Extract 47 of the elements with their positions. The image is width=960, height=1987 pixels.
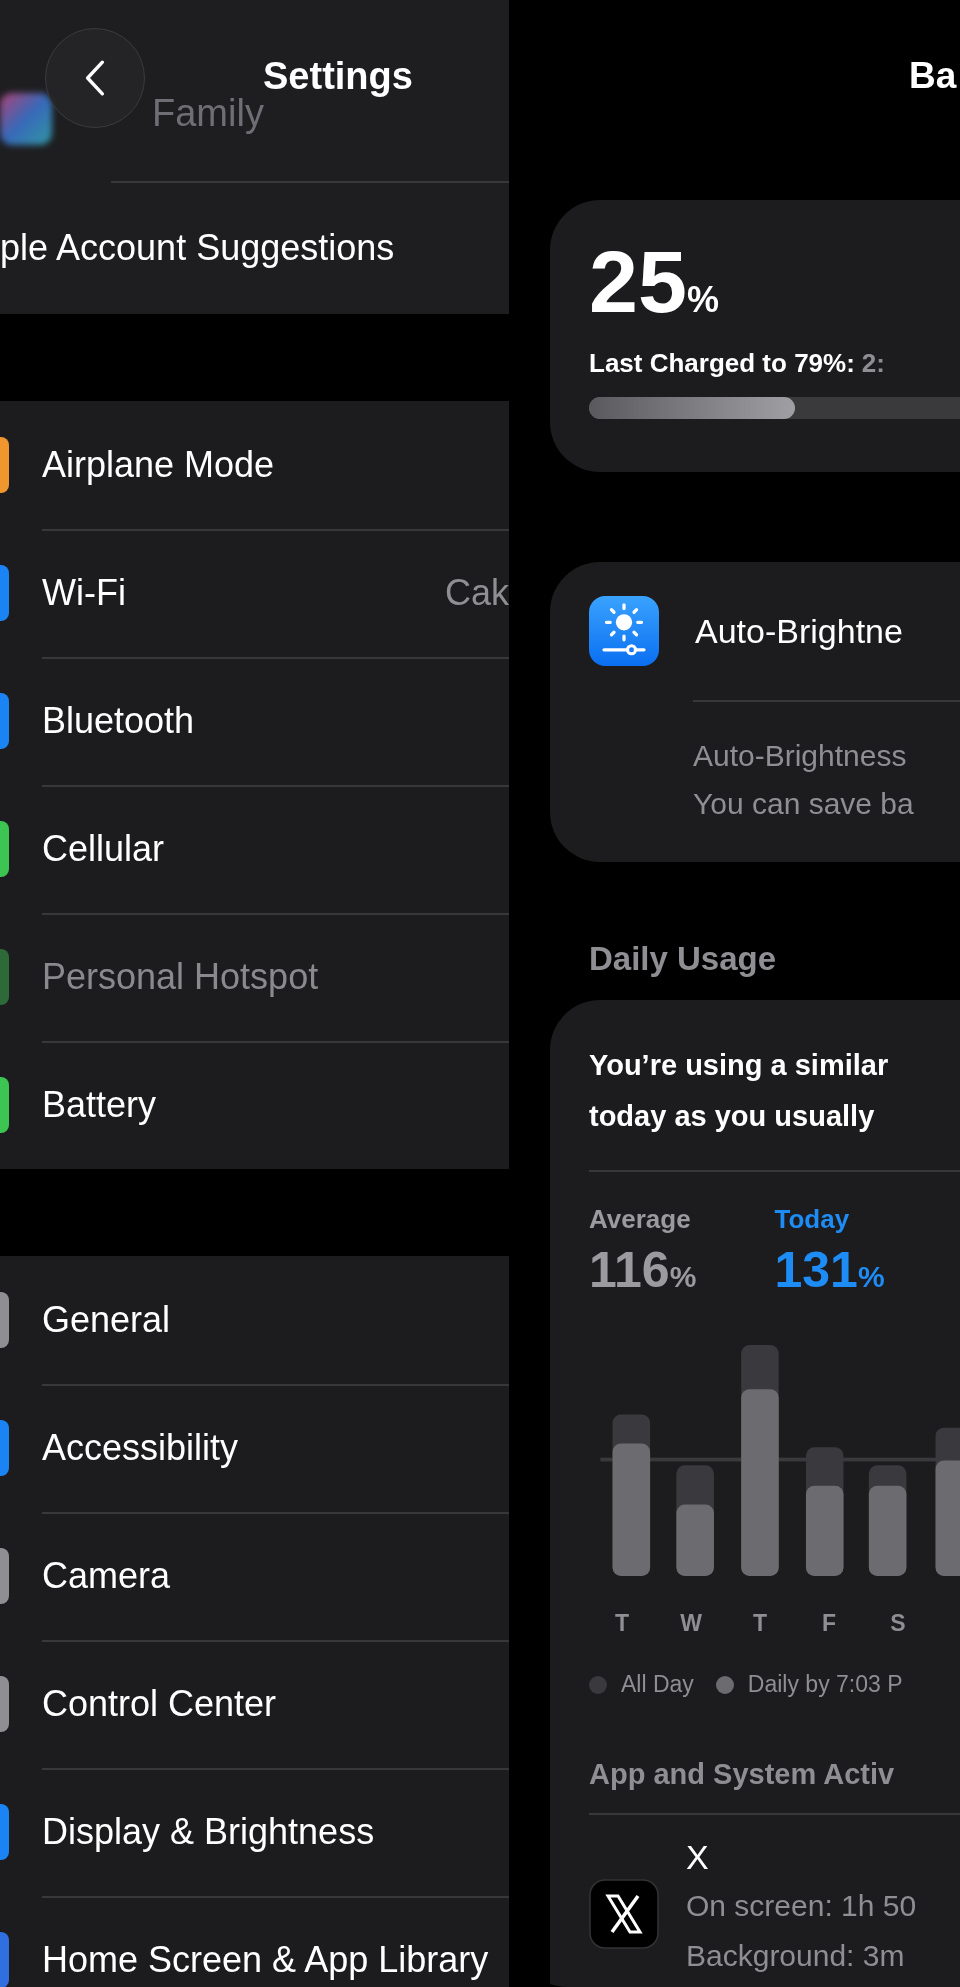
axis-label: W xyxy=(679,1609,703,1637)
legend-label: All Day xyxy=(621,1671,694,1698)
page-title: Ba xyxy=(909,55,957,97)
percent-sign: % xyxy=(857,1260,885,1293)
axis-label: F xyxy=(820,1609,838,1637)
settings-row[interactable]: Control Center xyxy=(0,1640,509,1768)
daily-bar xyxy=(676,1504,714,1576)
settings-row[interactable]: Accessibility xyxy=(0,1384,509,1512)
stat-label: Today xyxy=(774,1204,851,1235)
settings-row[interactable]: ple Account Suggestions xyxy=(0,181,509,314)
section-header: App and System Activ xyxy=(589,1758,960,1815)
percent-sign: % xyxy=(669,1260,697,1293)
stat-value: 131 xyxy=(774,1242,858,1298)
summary-text: today as you usually xyxy=(589,1099,876,1134)
battery-percent: 25 xyxy=(589,236,687,328)
settings-row[interactable]: Airplane Mode xyxy=(0,401,509,529)
legend-label: Daily by 7:03 P xyxy=(747,1671,903,1698)
summary-text: You’re using a similar xyxy=(589,1048,890,1083)
page-title: Settings xyxy=(263,55,413,98)
settings-row[interactable]: Display & Brightness xyxy=(0,1768,509,1896)
usage-text: Background: 3m xyxy=(686,1938,906,1974)
percent-sign: % xyxy=(686,279,719,321)
stat-label: Average xyxy=(589,1204,692,1235)
settings-row[interactable]: Wi-Fi Cak xyxy=(0,529,509,657)
app-icon xyxy=(0,93,52,145)
settings-row[interactable]: Camera xyxy=(0,1512,509,1640)
usage-text: On screen: 1h 50 xyxy=(686,1888,917,1924)
last-charged-label: Last Charged to 79%: xyxy=(589,348,855,378)
brightness-icon xyxy=(589,596,659,666)
last-charged-time: 2: xyxy=(861,348,885,378)
settings-row[interactable]: General xyxy=(0,1256,509,1384)
axis-label: S xyxy=(889,1609,907,1637)
chevron-left-icon xyxy=(84,59,106,97)
settings-row[interactable]: Battery xyxy=(0,1041,509,1169)
setting-label[interactable]: Auto-Brightne xyxy=(695,611,903,651)
description-text: Auto-Brightness xyxy=(693,738,908,774)
app-name[interactable]: X xyxy=(686,1833,917,1881)
stat-value: 116 xyxy=(589,1242,670,1298)
section-header: Daily Usage xyxy=(589,940,778,979)
app-icon xyxy=(589,1879,659,1949)
settings-row[interactable]: Cellular xyxy=(0,785,509,913)
row-value: Cak xyxy=(444,572,509,614)
settings-row[interactable]: Home Screen & App Library xyxy=(0,1896,509,1987)
description-text: You can save ba xyxy=(693,786,915,822)
settings-row[interactable]: Bluetooth xyxy=(0,657,509,785)
axis-label: T xyxy=(613,1609,631,1637)
axis-label: T xyxy=(751,1609,769,1637)
